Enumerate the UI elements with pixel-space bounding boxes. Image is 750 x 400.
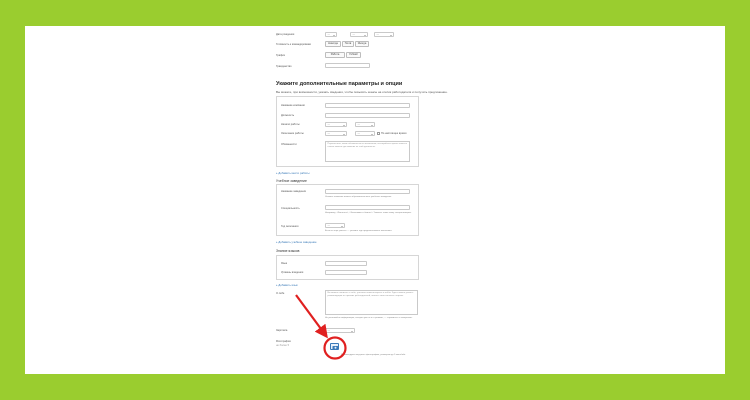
annotation-arrow-icon xyxy=(295,294,347,360)
form-card: Дата рождения — — — Готовность к команди… xyxy=(25,26,725,374)
